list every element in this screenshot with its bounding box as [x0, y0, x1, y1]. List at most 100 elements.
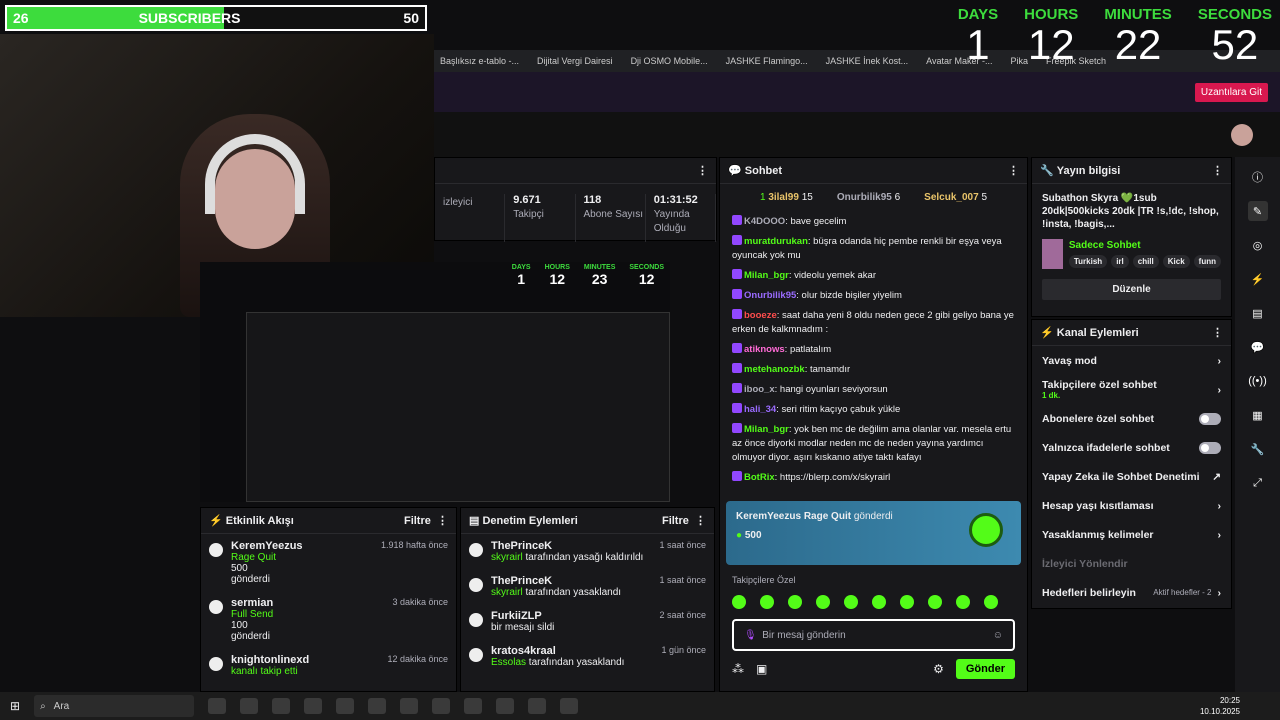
category-name[interactable]: Sadece Sohbet — [1069, 240, 1221, 251]
channel-action-row[interactable]: Yapay Zeka ile Sohbet Denetimi ↗ — [1032, 462, 1231, 491]
windows-icon[interactable]: ⊞ — [10, 699, 20, 713]
tag-chip[interactable]: Turkish — [1068, 255, 1108, 268]
modlog-user[interactable]: FurkiiZLP — [491, 610, 542, 622]
chat-username[interactable]: booeze — [744, 310, 777, 321]
chat-message[interactable]: Milan_bgr: videolu yemek akar — [732, 269, 1015, 283]
bookmark[interactable]: JASHKE Flamingo... — [726, 56, 808, 66]
expand-icon[interactable]: ⤢ — [1248, 473, 1268, 493]
send-button[interactable]: Gönder — [955, 659, 1015, 679]
tag-chip[interactable]: Kick — [1162, 255, 1190, 268]
emote-icon[interactable] — [816, 595, 830, 609]
channel-action-row[interactable]: Hesap yaşı kısıtlaması › — [1032, 491, 1231, 520]
emote-icon[interactable] — [760, 595, 774, 609]
channel-action-row[interactable]: Abonelere özel sohbet — [1032, 404, 1231, 433]
taskbar-search[interactable]: ⌕ Ara — [34, 695, 195, 717]
modlog-item[interactable]: FurkiiZLP bir mesajı sildi 2 saat önce — [461, 604, 714, 639]
chat-username[interactable]: muratdurukan — [744, 236, 808, 247]
chat-input[interactable]: 🎙 Bir mesaj gönderin ☺ — [732, 619, 1015, 651]
chat-username[interactable]: K4DOOO — [744, 216, 785, 227]
target-icon[interactable]: ◎ — [1248, 235, 1268, 255]
emote-icon[interactable] — [872, 595, 886, 609]
server-icon[interactable]: ▦ — [1248, 405, 1268, 425]
edge-icon[interactable] — [272, 698, 291, 714]
tag-chip[interactable]: funn — [1193, 255, 1221, 268]
modlog-item[interactable]: kratos4kraal Essolas tarafından yasakland… — [461, 639, 714, 674]
activity-user[interactable]: sermian — [231, 597, 273, 609]
emote-icon[interactable] — [984, 595, 998, 609]
chat-message[interactable]: Milan_bgr: yok ben mc de değilim ama ola… — [732, 423, 1015, 465]
toggle-switch[interactable] — [1199, 412, 1221, 425]
folder-icon[interactable] — [336, 698, 355, 714]
extensions-button[interactable]: Uzantılara Git — [1194, 82, 1268, 102]
chat-username[interactable]: metehanozbk — [744, 364, 805, 375]
clock[interactable]: 20:25 10.10.2025 — [1200, 695, 1240, 717]
modlog-item[interactable]: ThePrinceK skyrairl tarafından yasaklandı… — [461, 569, 714, 604]
chat-message[interactable]: BotRix: https://blerp.com/x/skyrairl — [732, 471, 1015, 485]
pencil-icon[interactable]: ✎ — [1247, 201, 1268, 221]
bookmark[interactable]: Başlıksız e-tablo -... — [440, 56, 519, 66]
chat-message[interactable]: atiknows: patlatalım — [732, 343, 1015, 357]
tag-chip[interactable]: irl — [1111, 255, 1129, 268]
chat-message[interactable]: metehanozbk: tamamdır — [732, 363, 1015, 377]
spotify-icon[interactable] — [368, 698, 387, 714]
profile-avatar[interactable] — [1231, 124, 1253, 146]
modlog-user[interactable]: kratos4kraal — [491, 645, 556, 657]
app-icon[interactable] — [400, 698, 419, 714]
tag-chip[interactable]: chill — [1132, 255, 1159, 268]
top-gifter[interactable]: Onurbilik95 6 — [837, 192, 900, 203]
wrench-icon[interactable]: 🔧 — [1248, 439, 1268, 459]
chat-username[interactable]: Milan_bgr — [744, 270, 789, 281]
emote-icon[interactable] — [732, 595, 746, 609]
channel-action-row[interactable]: Yalnızca ifadelerle sohbet — [1032, 433, 1231, 462]
modlog-user[interactable]: ThePrinceK — [491, 575, 552, 587]
toggle-switch[interactable] — [1199, 441, 1221, 454]
activity-user[interactable]: knightonlinexd — [231, 654, 309, 666]
chat-username[interactable]: Milan_bgr — [744, 424, 789, 435]
channel-action-row[interactable]: Hedefleri belirleyin Aktif hedefler - 2 › — [1032, 578, 1231, 607]
app-icon[interactable] — [560, 698, 579, 714]
app-icon[interactable] — [432, 698, 451, 714]
app-icon[interactable] — [240, 698, 259, 714]
bookmark[interactable]: Dji OSMO Mobile... — [631, 56, 708, 66]
emote-icon[interactable] — [788, 595, 802, 609]
top-gifter[interactable]: 1 3ilal99 15 — [760, 192, 813, 203]
share-icon[interactable]: ⁂ — [732, 662, 744, 676]
bookmark[interactable]: Dijital Vergi Dairesi — [537, 56, 613, 66]
modlog-user[interactable]: ThePrinceK — [491, 540, 552, 552]
more-icon[interactable]: ⋮ — [1212, 164, 1223, 177]
modlog-item[interactable]: ThePrinceK skyrairl tarafından yasağı kal… — [461, 534, 714, 569]
chat-message[interactable]: K4DOOO: bave gecelim — [732, 215, 1015, 229]
filter-button[interactable]: Filtre — [662, 515, 689, 527]
activity-item[interactable]: knightonlinexd kanalı takip etti 12 dakika… — [201, 648, 456, 683]
gift-user[interactable]: KeremYeezus — [736, 511, 801, 522]
emote-icon[interactable] — [844, 595, 858, 609]
gift-icon[interactable]: ▣ — [756, 662, 767, 676]
more-icon[interactable]: ⋮ — [697, 164, 708, 177]
chat-username[interactable]: BotRix — [744, 472, 775, 483]
emote-icon[interactable] — [900, 595, 914, 609]
chat-message[interactable]: hali_34: seri ritim kaçıyo çabuk yükle — [732, 403, 1015, 417]
more-icon[interactable]: ⋮ — [437, 514, 448, 527]
channel-action-row[interactable]: Yasaklanmış kelimeler › — [1032, 520, 1231, 549]
chat-username[interactable]: atiknows — [744, 344, 785, 355]
info-icon[interactable]: ⓘ — [1248, 167, 1268, 187]
channel-action-row[interactable]: Yavaş mod › — [1032, 346, 1231, 375]
top-gifter[interactable]: Selcuk_007 5 — [924, 192, 987, 203]
activity-item[interactable]: sermian Full Send 100 gönderdi 3 dakika önce — [201, 591, 456, 648]
more-icon[interactable]: ⋮ — [695, 514, 706, 527]
modlog-actor[interactable]: skyrairl — [491, 552, 523, 563]
taskview-icon[interactable] — [208, 698, 227, 714]
activity-item[interactable]: KeremYeezus Rage Quit 500 gönderdi 1.918 haf… — [201, 534, 456, 591]
store-icon[interactable] — [304, 698, 323, 714]
emote-icon[interactable] — [928, 595, 942, 609]
more-icon[interactable]: ⋮ — [1008, 164, 1019, 177]
bolt-icon[interactable]: ⚡ — [1248, 269, 1268, 289]
app-icon[interactable] — [528, 698, 547, 714]
chat-message[interactable]: iboo_x: hangi oyunları seviyorsun — [732, 383, 1015, 397]
chat-icon[interactable]: 💬 — [1248, 337, 1268, 357]
document-icon[interactable]: ▤ — [1248, 303, 1268, 323]
chat-message[interactable]: Onurbilik95: olur bizde bişiler yiyelim — [732, 289, 1015, 303]
activity-user[interactable]: KeremYeezus — [231, 540, 303, 552]
edit-button[interactable]: Düzenle — [1042, 279, 1221, 300]
modlog-actor[interactable]: Essolas — [491, 657, 526, 668]
